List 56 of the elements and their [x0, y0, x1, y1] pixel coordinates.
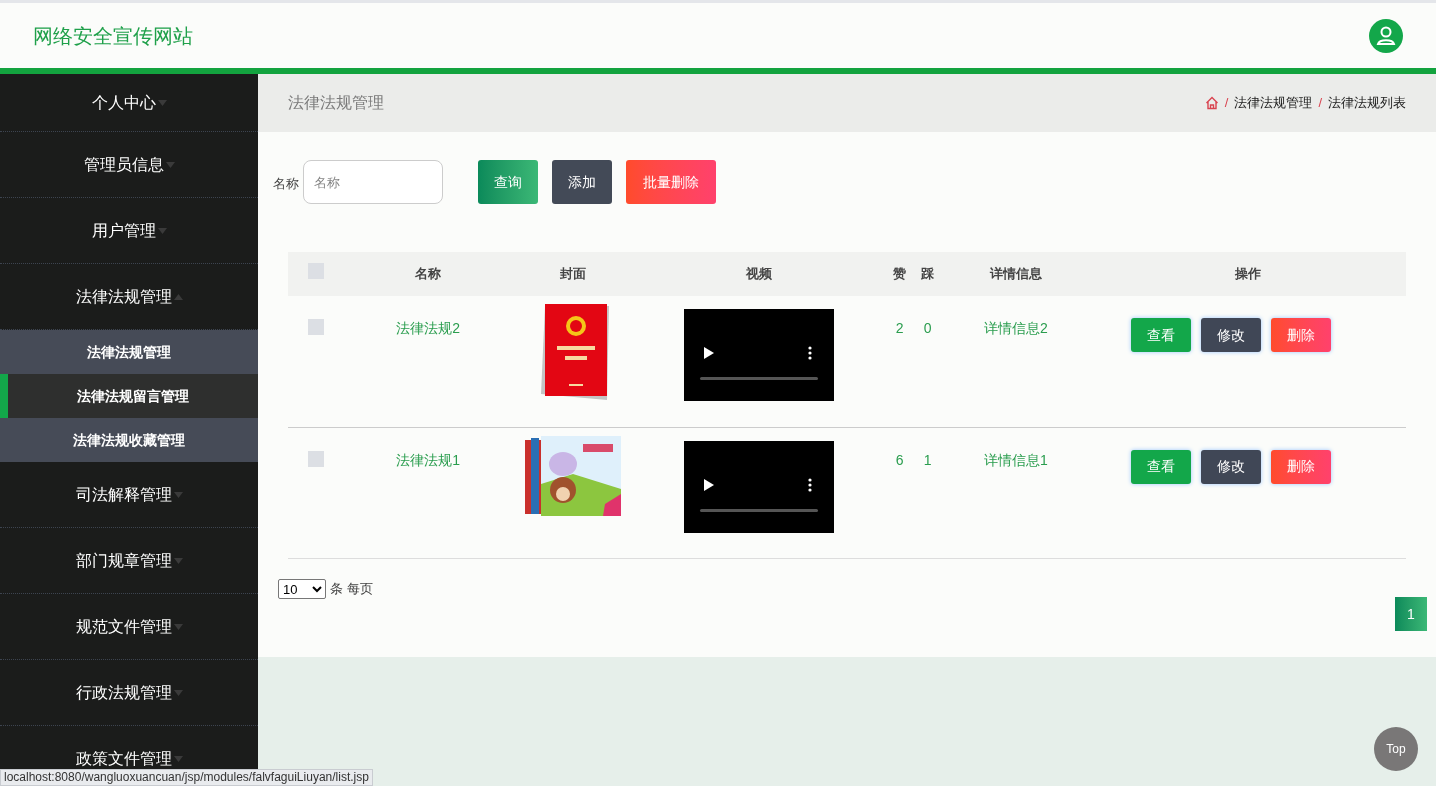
- dislike-count: 1: [923, 451, 932, 468]
- search-button[interactable]: 查询: [478, 160, 538, 204]
- site-title: 网络安全宣传网站: [33, 23, 193, 49]
- sidebar-subitem[interactable]: 法律法规收藏管理: [0, 418, 258, 462]
- detail-text: 详情信息1: [984, 451, 1048, 468]
- column-header: 视频: [746, 266, 773, 282]
- caret-icon: [173, 491, 183, 498]
- caret-icon: [157, 227, 167, 234]
- sidebar-item[interactable]: 管理员信息: [0, 132, 258, 198]
- caret-icon: [173, 557, 183, 564]
- like-count: 6: [895, 451, 904, 468]
- name-link[interactable]: 法律法规2: [396, 320, 461, 336]
- column-header: 操作: [1235, 266, 1262, 282]
- dislike-count: 0: [923, 320, 932, 336]
- breadcrumb-separator: /: [1223, 94, 1230, 113]
- column-header: 封面: [559, 266, 586, 282]
- column-header: 踩: [921, 266, 935, 282]
- sidebar-item[interactable]: 司法解释管理: [0, 462, 258, 528]
- column-header: 赞: [893, 266, 907, 282]
- user-avatar-icon[interactable]: [1369, 18, 1403, 53]
- breadcrumb-link[interactable]: 法律法规管理: [1234, 93, 1313, 113]
- edit-button[interactable]: 修改: [1201, 318, 1262, 352]
- caret-icon: [157, 99, 167, 106]
- page-title: 法律法规管理: [288, 93, 384, 113]
- sidebar-item[interactable]: 用户管理: [0, 198, 258, 264]
- more-options-icon[interactable]: [808, 346, 813, 360]
- field-label: 名称: [273, 175, 299, 193]
- more-options-icon[interactable]: [808, 477, 813, 492]
- play-icon[interactable]: [704, 347, 715, 359]
- caret-icon: [173, 689, 183, 696]
- column-header: 名称: [415, 266, 442, 282]
- sidebar-item[interactable]: 部门规章管理: [0, 528, 258, 594]
- sidebar-item[interactable]: 规范文件管理: [0, 594, 258, 660]
- add-button[interactable]: 添加: [552, 160, 612, 204]
- play-icon[interactable]: [704, 478, 715, 491]
- per-page-label: 条 每页: [330, 580, 373, 599]
- column-header: 详情信息: [990, 266, 1042, 282]
- name-input-field[interactable]: 名称: [303, 160, 443, 204]
- edit-button[interactable]: 修改: [1201, 449, 1262, 484]
- detail-text: 详情信息2: [984, 320, 1048, 336]
- checkbox[interactable]: [307, 319, 324, 335]
- sidebar-subitem[interactable]: 法律法规管理: [0, 330, 258, 374]
- video-player[interactable]: [684, 440, 835, 533]
- checkbox[interactable]: [307, 450, 324, 467]
- caret-icon: [173, 293, 183, 300]
- caret-icon: [173, 755, 183, 762]
- name-link[interactable]: 法律法规1: [396, 451, 461, 468]
- caret-icon: [173, 623, 183, 630]
- page-size-select[interactable]: 10: [278, 579, 326, 599]
- breadcrumb-separator: /: [1317, 94, 1323, 113]
- home-icon[interactable]: [1204, 96, 1219, 110]
- like-count: 2: [895, 320, 904, 336]
- sidebar-subitem[interactable]: 法律法规留言管理: [0, 374, 258, 418]
- caret-icon: [165, 161, 175, 168]
- status-bar: localhost:8080/wangluoxuancuan/jsp/modules/falvfaguiLiuyan/list.jsp: [0, 769, 373, 786]
- breadcrumb-link[interactable]: 法律法规列表: [1328, 93, 1406, 113]
